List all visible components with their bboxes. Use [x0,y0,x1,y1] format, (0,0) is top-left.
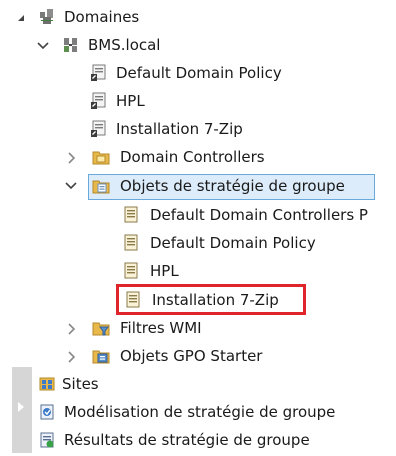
tree-label: Default Domain Controllers P [150,206,368,224]
gpo-link-icon [91,92,106,109]
tree-label: Default Domain Policy [150,234,316,252]
ou-folder-icon [92,151,110,165]
tree-label: Objets GPO Starter [120,347,263,365]
tree-label: Domaines [64,8,140,26]
wmi-filter-icon [92,322,110,336]
starter-gpo-icon [92,350,110,364]
tree-label: Installation 7-Zip [152,291,279,309]
gutter-expand-arrow[interactable] [18,402,24,412]
gpo-link-icon [91,120,106,137]
tree-label: HPL [116,92,145,110]
tree-label: Objets de stratégie de groupe [120,177,345,195]
chevron-right-icon[interactable] [64,350,78,364]
gpo-icon [126,291,140,308]
domain-icon [64,38,77,52]
sites-icon [39,377,55,391]
tree-label: Résultats de stratégie de groupe [64,431,310,449]
tree-label: BMS.local [88,36,161,54]
modeling-icon [40,404,54,420]
tree-label: HPL [150,262,179,280]
tree-label: Filtres WMI [120,319,202,337]
chevron-down-icon[interactable] [64,179,78,193]
tree-label: Installation 7-Zip [116,120,243,138]
chevron-expanded-icon[interactable] [14,11,28,25]
results-icon [40,432,54,448]
gpo-icon [124,206,138,223]
gpo-icon [124,234,138,251]
chevron-down-icon[interactable] [36,39,50,53]
chevron-right-icon[interactable] [64,151,78,165]
tree-label: Modélisation de stratégie de groupe [64,403,336,421]
tree-label: Default Domain Policy [116,64,282,82]
domains-icon [40,9,53,24]
tree-label: Domain Controllers [120,148,265,166]
gpo-link-icon [91,64,106,81]
tree-label: Sites [62,375,99,393]
gpo-folder-icon [92,180,110,194]
chevron-right-icon[interactable] [64,322,78,336]
gpo-icon [124,262,138,279]
